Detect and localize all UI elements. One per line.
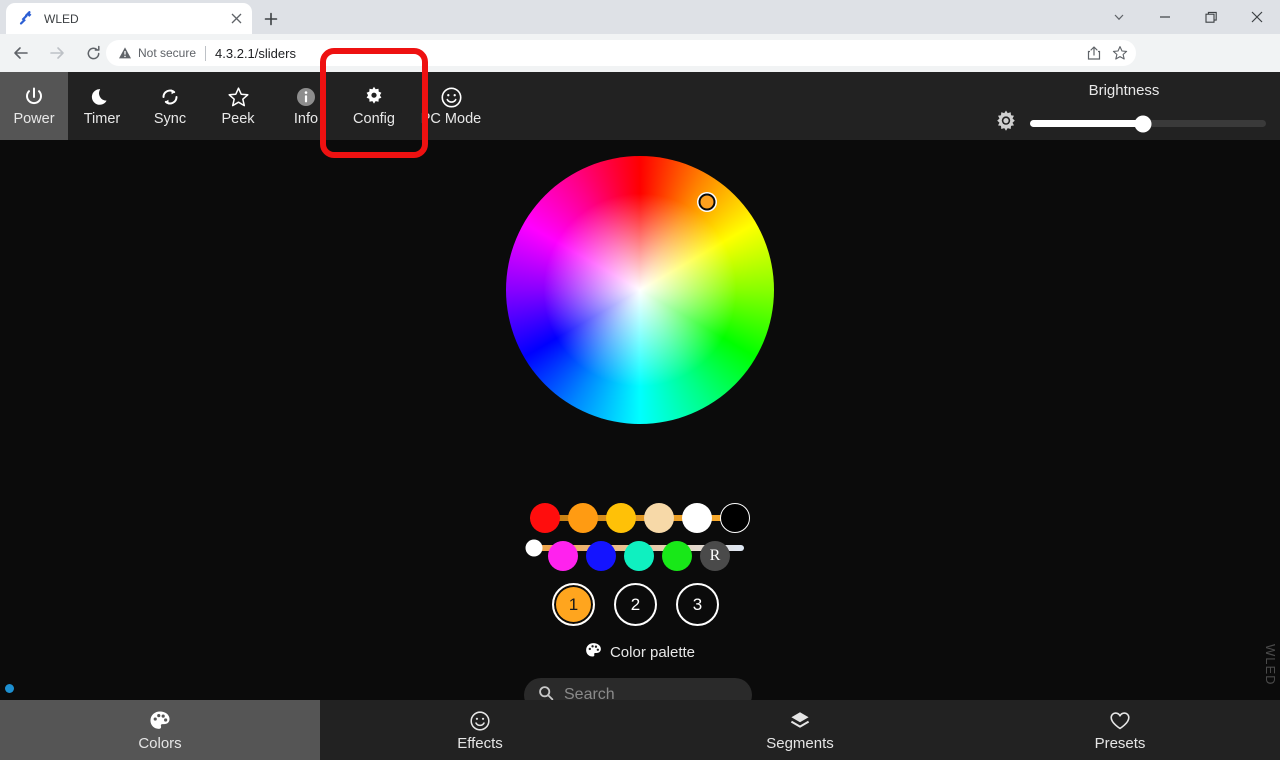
browser-tab-title: WLED [44, 11, 79, 26]
address-bar-url: 4.3.2.1/sliders [215, 45, 296, 61]
heart-icon [1109, 710, 1131, 732]
color-palette-label: Color palette [609, 644, 696, 661]
bottom-nav-effects-label: Effects [457, 734, 503, 752]
top-nav-power[interactable]: Power [0, 72, 68, 140]
color-wheel-marker[interactable] [698, 193, 716, 211]
wled-side-brand: WLED [1263, 644, 1278, 686]
top-nav-timer-label: Timer [83, 111, 121, 128]
brightness-slider[interactable] [1030, 115, 1266, 132]
palette-icon [585, 642, 602, 663]
whiteness-slider-knob[interactable] [525, 539, 543, 557]
color-slot-buttons: 123 [552, 583, 719, 626]
quick-color-row-1 [530, 503, 750, 533]
star-icon [227, 85, 250, 109]
bottom-nav-presets-label: Presets [1094, 734, 1146, 752]
bottom-nav-effects[interactable]: Effects [320, 700, 640, 760]
sync-icon [159, 85, 181, 109]
bookmark-star-icon[interactable] [1108, 41, 1132, 65]
brightness-knob[interactable] [1134, 115, 1152, 132]
brightness-control: Brightness [982, 76, 1272, 136]
reload-button[interactable] [78, 38, 108, 68]
connection-status-dot [5, 684, 14, 693]
top-nav-peek[interactable]: Peek [204, 72, 272, 140]
bottom-nav-presets[interactable]: Presets [960, 700, 1280, 760]
top-nav-peek-label: Peek [221, 111, 255, 128]
info-icon [295, 85, 317, 109]
wled-bottom-nav: Colors Effects Segments Presets [0, 700, 1280, 760]
swatch-magenta[interactable] [548, 541, 578, 571]
swatch-amber[interactable] [606, 503, 636, 533]
security-label: Not secure [138, 46, 197, 60]
share-icon[interactable] [1082, 41, 1106, 65]
swatch-white[interactable] [682, 503, 712, 533]
color-palette-toggle[interactable]: Color palette [0, 642, 1280, 663]
color-slot-2[interactable]: 2 [614, 583, 657, 626]
address-bar[interactable]: Not secure 4.3.2.1/sliders [106, 40, 1136, 66]
brightness-label: Brightness [1088, 82, 1160, 99]
top-nav-config[interactable]: Config [340, 72, 408, 140]
quick-color-row-2: R [548, 541, 730, 571]
swatch-random[interactable]: R [700, 541, 730, 571]
swatch-red[interactable] [530, 503, 560, 533]
forward-button[interactable] [42, 38, 72, 68]
top-nav-config-label: Config [353, 111, 395, 128]
back-button[interactable] [6, 38, 36, 68]
color-slot-1[interactable]: 1 [552, 583, 595, 626]
bottom-nav-colors[interactable]: Colors [0, 700, 320, 760]
bottom-nav-segments[interactable]: Segments [640, 700, 960, 760]
moon-icon [91, 85, 113, 109]
top-nav-sync-label: Sync [153, 111, 187, 128]
new-tab-button[interactable] [258, 6, 284, 32]
warning-triangle-icon [118, 46, 132, 60]
screen: WLED Not secure 4.3.2.1/sliders Power Ti… [0, 0, 1280, 760]
top-nav-info-label: Info [293, 111, 319, 128]
power-icon [23, 85, 45, 109]
swatch-black[interactable] [720, 503, 750, 533]
swatch-green[interactable] [662, 541, 692, 571]
top-nav-pc-mode-label: PC Mode [420, 111, 482, 128]
wled-app: Power Timer Sync Peek Info Config PC Mod… [0, 72, 1280, 760]
wled-top-toolbar: Power Timer Sync Peek Info Config PC Mod… [0, 72, 1280, 140]
top-nav-power-label: Power [13, 111, 55, 128]
omnibox-divider [205, 45, 207, 61]
maximize-button[interactable] [1188, 0, 1234, 34]
top-nav-sync[interactable]: Sync [136, 72, 204, 140]
smiley-icon [440, 85, 463, 109]
wled-top-nav: Power Timer Sync Peek Info Config PC Mod… [0, 72, 494, 140]
color-slot-3[interactable]: 3 [676, 583, 719, 626]
browser-tab-strip: WLED [0, 0, 1280, 34]
close-window-button[interactable] [1234, 0, 1280, 34]
top-nav-pc-mode[interactable]: PC Mode [408, 72, 494, 140]
layers-icon [789, 710, 811, 732]
brightness-sun-icon [994, 109, 1018, 138]
minimize-button[interactable] [1142, 0, 1188, 34]
browser-navigation-bar: Not secure 4.3.2.1/sliders [0, 34, 1280, 98]
color-wheel[interactable] [506, 156, 774, 424]
swatch-orange[interactable] [568, 503, 598, 533]
gear-icon [363, 85, 385, 109]
top-nav-timer[interactable]: Timer [68, 72, 136, 140]
palette-icon [149, 710, 171, 732]
tab-search-button[interactable] [1096, 0, 1142, 34]
bottom-nav-colors-label: Colors [138, 734, 182, 752]
swatch-turquoise[interactable] [624, 541, 654, 571]
tab-close-icon[interactable] [228, 11, 244, 27]
brightness-fill [1030, 120, 1144, 127]
browser-tab[interactable]: WLED [6, 3, 252, 34]
swatch-peach[interactable] [644, 503, 674, 533]
top-nav-info[interactable]: Info [272, 72, 340, 140]
bottom-nav-segments-label: Segments [766, 734, 834, 752]
smiley-icon [469, 710, 491, 732]
wled-zigzag-icon [18, 10, 34, 27]
window-controls [1096, 0, 1280, 34]
omnibox-actions [1082, 40, 1132, 66]
security-status[interactable]: Not secure [118, 46, 196, 60]
swatch-blue[interactable] [586, 541, 616, 571]
brightness-row [994, 109, 1266, 138]
